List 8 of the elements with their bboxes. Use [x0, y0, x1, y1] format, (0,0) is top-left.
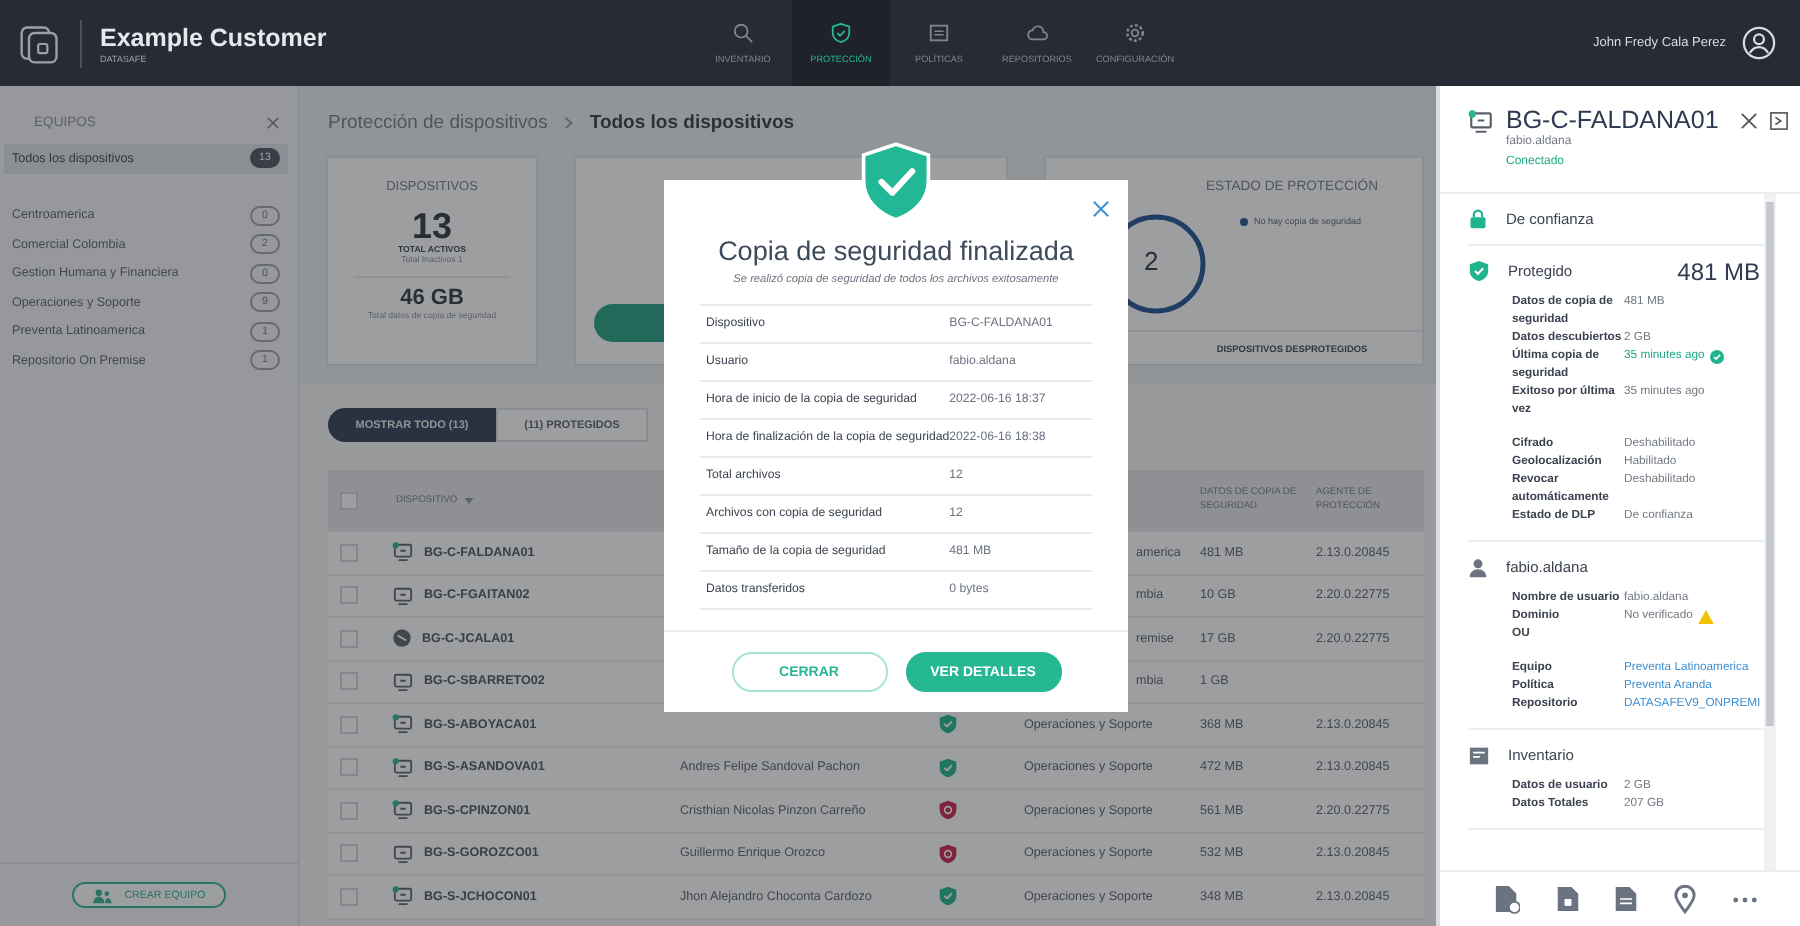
backup-total: 46 GB: [400, 286, 464, 310]
customer-name: Example Customer: [100, 23, 327, 51]
dialog-title: Copia de seguridad finalizada: [716, 236, 1076, 266]
donut-value: 2: [1144, 246, 1159, 276]
page-title: Todos los dispositivos: [589, 112, 795, 134]
protected-size: 481 MB: [1677, 257, 1762, 285]
device-title: BG-C-FALDANA01: [1506, 106, 1721, 134]
device-count: 13: [411, 208, 453, 244]
